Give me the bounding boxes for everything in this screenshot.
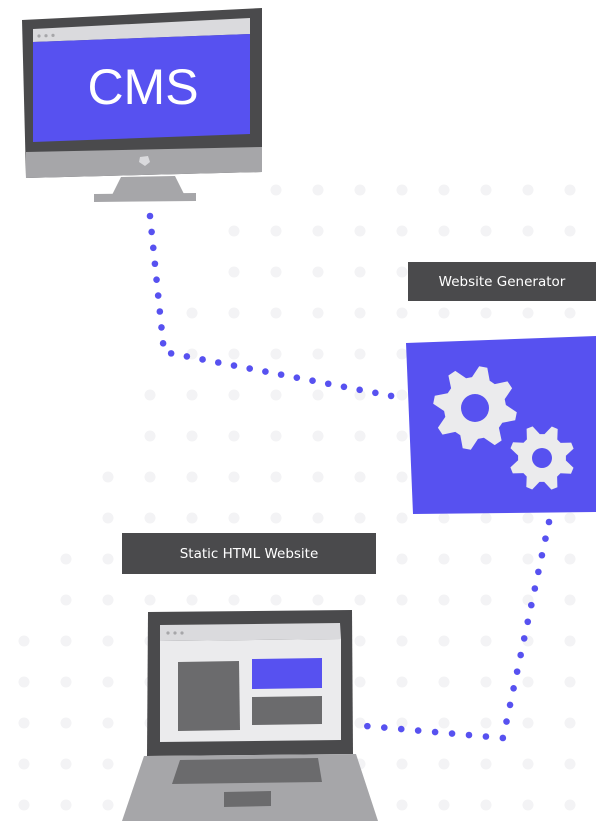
generator-box (406, 336, 596, 514)
page-hero-block (252, 658, 322, 689)
connector-generator-to-website (364, 518, 553, 742)
monitor-stand (112, 176, 184, 195)
laptop-trackpad (224, 791, 271, 807)
laptop-keyboard (172, 758, 322, 784)
page-content-block (252, 696, 322, 725)
static-site-diagram: CMS (18, 8, 596, 821)
cms-label: CMS (87, 59, 198, 115)
connector-cms-to-generator (146, 212, 395, 400)
page-sidebar-block (178, 661, 240, 731)
laptop-icon (122, 610, 378, 821)
monitor-base (94, 193, 196, 202)
desktop-monitor-icon: CMS (22, 8, 262, 202)
website-generator-label: Website Generator (408, 262, 596, 301)
gears-icon (406, 336, 596, 514)
static-html-website-label: Static HTML Website (122, 533, 376, 574)
